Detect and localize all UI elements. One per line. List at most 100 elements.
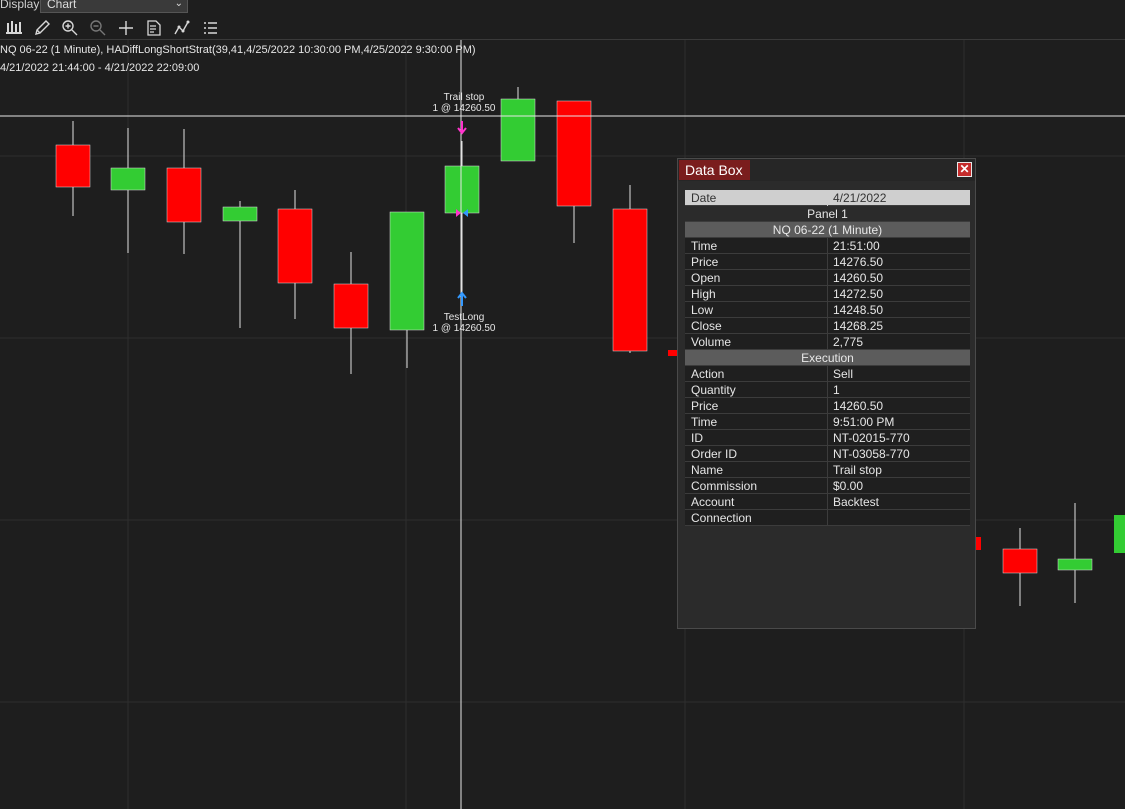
row-label: Time bbox=[691, 239, 718, 253]
table-row: Price 14260.50 bbox=[685, 398, 970, 414]
candle-body bbox=[556, 100, 592, 207]
row-label: Time bbox=[691, 415, 718, 429]
candle-body bbox=[166, 167, 202, 223]
row-label: Quantity bbox=[691, 383, 736, 397]
test-long-label: TestLong 1 @ 14260.50 bbox=[426, 312, 502, 334]
table-row: Quantity 1 bbox=[685, 382, 970, 398]
row-value: 14268.25 bbox=[833, 319, 884, 333]
table-row: Time 9:51:00 PM bbox=[685, 414, 970, 430]
candle-body bbox=[612, 208, 648, 352]
table-row: Volume 2,775 bbox=[685, 334, 970, 350]
row-label: Price bbox=[691, 399, 719, 413]
row-value: Sell bbox=[833, 367, 854, 381]
candle-body bbox=[1002, 548, 1038, 574]
row-label: ID bbox=[691, 431, 703, 445]
candle-body bbox=[1057, 558, 1093, 571]
bar-rows: Time 21:51:00 Price 14276.50 Open 14260.50 Hig… bbox=[685, 238, 970, 350]
trail-stop-detail: 1 @ 14260.50 bbox=[432, 103, 496, 114]
row-value: 14260.50 bbox=[833, 271, 884, 285]
list-icon[interactable] bbox=[201, 19, 219, 37]
execution-section-header: Execution bbox=[685, 350, 970, 366]
row-label: Close bbox=[691, 319, 722, 333]
row-value: 14260.50 bbox=[833, 399, 884, 413]
row-label: Action bbox=[691, 367, 725, 381]
data-box-title: Data Box bbox=[679, 160, 750, 180]
candle-body bbox=[500, 98, 536, 162]
row-value: 14276.50 bbox=[833, 255, 884, 269]
date-label: Date bbox=[691, 191, 717, 205]
row-label: Connection bbox=[691, 511, 752, 525]
candle-body bbox=[222, 206, 258, 222]
table-row: Connection bbox=[685, 510, 970, 526]
row-label: Name bbox=[691, 463, 724, 477]
candle-body bbox=[976, 537, 981, 550]
test-long-detail: 1 @ 14260.50 bbox=[432, 323, 496, 334]
display-bar: Display Chart ⌄ bbox=[0, 0, 1125, 16]
crosshair-icon[interactable] bbox=[117, 19, 135, 37]
chevron-down-icon: ⌄ bbox=[174, 0, 183, 9]
row-value: Trail stop bbox=[833, 463, 882, 477]
strategy-icon[interactable] bbox=[173, 19, 191, 37]
data-box-window[interactable]: Data Box ✕ Date 4/21/2022 Panel 1 NQ 06-… bbox=[677, 158, 976, 629]
display-select[interactable]: Chart ⌄ bbox=[40, 0, 188, 13]
row-value: 1 bbox=[833, 383, 840, 397]
table-row: Time 21:51:00 bbox=[685, 238, 970, 254]
zoom-in-icon[interactable] bbox=[61, 19, 79, 37]
row-value: Backtest bbox=[833, 495, 880, 509]
zoom-out-icon[interactable] bbox=[89, 19, 107, 37]
instrument-section-header: NQ 06-22 (1 Minute) bbox=[685, 222, 970, 238]
table-row: Price 14276.50 bbox=[685, 254, 970, 270]
execution-rows: Action Sell Quantity 1 Price 14260.50 Time 9:51… bbox=[685, 366, 970, 526]
sell-arrow-icon[interactable] bbox=[457, 121, 467, 135]
bar-style-icon[interactable] bbox=[5, 19, 23, 37]
trail-stop-label: Trail stop 1 @ 14260.50 bbox=[426, 92, 502, 114]
row-value: 14248.50 bbox=[833, 303, 884, 317]
table-row: Order ID NT-03058-770 bbox=[685, 446, 970, 462]
table-row: Action Sell bbox=[685, 366, 970, 382]
panel-header: Panel 1 bbox=[685, 206, 970, 222]
row-label: Price bbox=[691, 255, 719, 269]
row-value: NT-02015-770 bbox=[833, 431, 910, 445]
candle-body bbox=[444, 165, 480, 214]
display-label: Display bbox=[0, 0, 40, 11]
row-label: Low bbox=[691, 303, 714, 317]
row-label: Open bbox=[691, 271, 721, 285]
trail-stop-name: Trail stop bbox=[443, 92, 485, 103]
table-row: Low 14248.50 bbox=[685, 302, 970, 318]
data-box-table: Date 4/21/2022 Panel 1 NQ 06-22 (1 Minut… bbox=[685, 190, 970, 526]
table-row: Close 14268.25 bbox=[685, 318, 970, 334]
table-row: Account Backtest bbox=[685, 494, 970, 510]
chart-toolbar bbox=[0, 16, 1125, 40]
pencil-icon[interactable] bbox=[33, 19, 51, 37]
table-row: Commission $0.00 bbox=[685, 478, 970, 494]
row-label: Account bbox=[691, 495, 735, 509]
table-row: Name Trail stop bbox=[685, 462, 970, 478]
candle-body bbox=[277, 208, 313, 284]
display-select-value: Chart bbox=[47, 0, 77, 11]
close-icon[interactable]: ✕ bbox=[957, 162, 972, 177]
candle-body bbox=[55, 144, 91, 188]
row-label: Commission bbox=[691, 479, 758, 493]
date-row: Date 4/21/2022 bbox=[685, 190, 970, 206]
candle-body bbox=[1114, 515, 1125, 553]
candle-body bbox=[333, 283, 369, 329]
table-row: ID NT-02015-770 bbox=[685, 430, 970, 446]
row-label: Order ID bbox=[691, 447, 738, 461]
date-value: 4/21/2022 bbox=[833, 191, 887, 205]
row-value: 2,775 bbox=[833, 335, 864, 349]
candle-body bbox=[389, 211, 425, 331]
test-long-name: TestLong bbox=[443, 312, 485, 323]
row-label: Volume bbox=[691, 335, 732, 349]
properties-icon[interactable] bbox=[145, 19, 163, 37]
row-value: 21:51:00 bbox=[833, 239, 880, 253]
table-row: Open 14260.50 bbox=[685, 270, 970, 286]
time-range: 4/21/2022 21:44:00 - 4/21/2022 22:09:00 bbox=[0, 62, 200, 74]
candle-body bbox=[110, 167, 146, 191]
row-value: NT-03058-770 bbox=[833, 447, 910, 461]
table-row: High 14272.50 bbox=[685, 286, 970, 302]
row-value: $0.00 bbox=[833, 479, 864, 493]
row-value: 14272.50 bbox=[833, 287, 884, 301]
row-value: 9:51:00 PM bbox=[833, 415, 895, 429]
row-label: High bbox=[691, 287, 716, 301]
data-box-titlebar[interactable]: Data Box ✕ bbox=[678, 159, 975, 181]
